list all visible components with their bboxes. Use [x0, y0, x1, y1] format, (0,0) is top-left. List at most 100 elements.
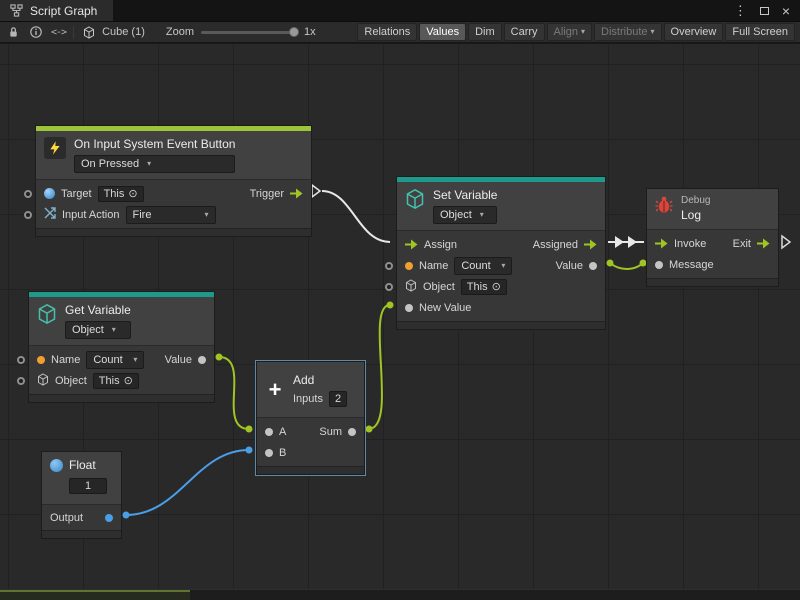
input-action-port[interactable]: [24, 211, 32, 219]
port-row-input-action: Input Action Fire ▾: [36, 204, 311, 225]
exit-output-port[interactable]: [757, 238, 770, 249]
cube-icon: [81, 24, 97, 40]
flow-direction-arrow: [615, 236, 624, 248]
trigger-output-port[interactable]: [290, 188, 303, 199]
port-label: Name: [51, 354, 80, 366]
dropdown-value: On Pressed: [81, 157, 139, 171]
object-picker-icon: ⊙: [128, 187, 137, 200]
graph-canvas[interactable]: On Input System Event Button On Pressed …: [0, 44, 800, 600]
button-label: Dim: [475, 26, 495, 38]
dropdown-value: Fire: [133, 208, 152, 222]
dim-button[interactable]: Dim: [468, 23, 502, 41]
zoom-value: 1x: [304, 26, 316, 38]
object-input-port[interactable]: [385, 283, 393, 291]
button-label: Values: [426, 26, 459, 38]
overview-button[interactable]: Overview: [664, 23, 724, 41]
wire-endpoint: [246, 447, 253, 454]
object-chip[interactable]: This ⊙: [93, 373, 139, 389]
wire-getvalue-to-a[interactable]: [219, 357, 249, 429]
port-label: B: [279, 447, 286, 459]
variable-name-dropdown[interactable]: Count ▾: [454, 257, 512, 275]
cube-icon: [405, 279, 417, 295]
chip-value: This: [467, 281, 488, 293]
wire-float-to-b[interactable]: [126, 450, 249, 515]
close-icon[interactable]: ×: [782, 3, 790, 19]
values-button[interactable]: Values: [419, 23, 466, 41]
port-row-output: Output: [42, 507, 121, 528]
variable-scope-dropdown[interactable]: Object ▾: [433, 206, 497, 224]
port-row-a: A Sum: [257, 421, 364, 442]
node-get-variable[interactable]: Get Variable Object ▾ Name Count ▾ Value: [28, 291, 215, 403]
maximize-icon[interactable]: [760, 7, 769, 15]
assign-input-port[interactable]: [405, 239, 418, 250]
node-on-input-system-event-button[interactable]: On Input System Event Button On Pressed …: [35, 125, 312, 237]
chip-value: This: [99, 375, 120, 387]
wire-value-to-message[interactable]: [610, 263, 643, 269]
port-label: Target: [61, 188, 92, 200]
window-bottom-edge: [0, 589, 800, 600]
new-value-input-port[interactable]: [405, 304, 413, 312]
node-debug-log[interactable]: Debug Log Invoke Exit Message: [646, 188, 779, 287]
node-title: Add: [293, 373, 347, 388]
float-value-field[interactable]: 1: [69, 478, 107, 494]
zoom-slider-knob[interactable]: [289, 27, 299, 37]
node-float[interactable]: Float 1 Output: [41, 451, 122, 539]
titlebar: Script Graph ⋮ ×: [0, 0, 800, 22]
info-icon[interactable]: [28, 24, 44, 40]
variable-scope-dropdown[interactable]: Object ▾: [65, 321, 131, 339]
object-input-port[interactable]: [17, 377, 25, 385]
variable-name-dropdown[interactable]: Count ▾: [86, 351, 144, 369]
window-menu-icon[interactable]: ⋮: [734, 3, 747, 19]
dropdown-value: Object: [440, 208, 472, 222]
object-picker-icon: ⊙: [492, 280, 501, 293]
message-input-port[interactable]: [655, 261, 663, 269]
name-input-port[interactable]: [385, 262, 393, 270]
wire-trigger-to-assign[interactable]: [322, 191, 390, 242]
node-shadow: [42, 530, 121, 538]
value-output-port[interactable]: [198, 356, 206, 364]
distribute-button[interactable]: Distribute▾: [594, 23, 661, 41]
chevron-down-icon: ▾: [651, 28, 655, 37]
name-input-port[interactable]: [17, 356, 25, 364]
output-port[interactable]: [105, 514, 113, 522]
node-shadow: [257, 466, 364, 474]
port-label: Trigger: [250, 188, 284, 200]
wire-endpoint: [246, 426, 253, 433]
port-row-message: Message: [647, 254, 778, 275]
a-input-port[interactable]: [265, 428, 273, 436]
inputs-label: Inputs: [293, 393, 323, 405]
object-chip[interactable]: This ⊙: [461, 279, 507, 295]
port-label: Invoke: [674, 238, 706, 250]
target-input-port[interactable]: [24, 190, 32, 198]
fullscreen-button[interactable]: Full Screen: [725, 23, 795, 41]
port-label: New Value: [419, 302, 471, 314]
connection-values-icon[interactable]: <->: [51, 27, 66, 38]
bottom-edge-accent: [0, 590, 190, 600]
align-button[interactable]: Align▾: [547, 23, 592, 41]
relations-button[interactable]: Relations: [357, 23, 417, 41]
node-set-variable[interactable]: Set Variable Object ▾ Assign Assigned: [396, 176, 606, 330]
event-mode-dropdown[interactable]: On Pressed ▾: [74, 155, 235, 173]
zoom-label: Zoom: [166, 26, 194, 38]
lock-icon[interactable]: [5, 24, 21, 40]
graph-target[interactable]: Cube (1): [81, 24, 145, 40]
input-action-dropdown[interactable]: Fire ▾: [126, 206, 216, 224]
wire-sum-to-newvalue[interactable]: [369, 305, 390, 429]
b-input-port[interactable]: [265, 449, 273, 457]
sum-output-port[interactable]: [348, 428, 356, 436]
port-row-object: Object This ⊙: [29, 370, 214, 391]
port-label: Exit: [733, 238, 751, 250]
tab-script-graph[interactable]: Script Graph: [0, 0, 113, 21]
graph-target-label: Cube (1): [102, 26, 145, 38]
invoke-input-port[interactable]: [655, 238, 668, 249]
target-object-chip[interactable]: This ⊙: [98, 186, 144, 202]
zoom-slider[interactable]: [201, 31, 297, 34]
float-icon: [50, 459, 63, 472]
node-add[interactable]: + Add Inputs 2 A Sum B: [256, 361, 365, 475]
assigned-output-port[interactable]: [584, 239, 597, 250]
port-label: Value: [556, 260, 583, 272]
value-output-port[interactable]: [589, 262, 597, 270]
inputs-count-field[interactable]: 2: [329, 391, 347, 407]
carry-button[interactable]: Carry: [504, 23, 545, 41]
wire-endpoint: [123, 512, 130, 519]
